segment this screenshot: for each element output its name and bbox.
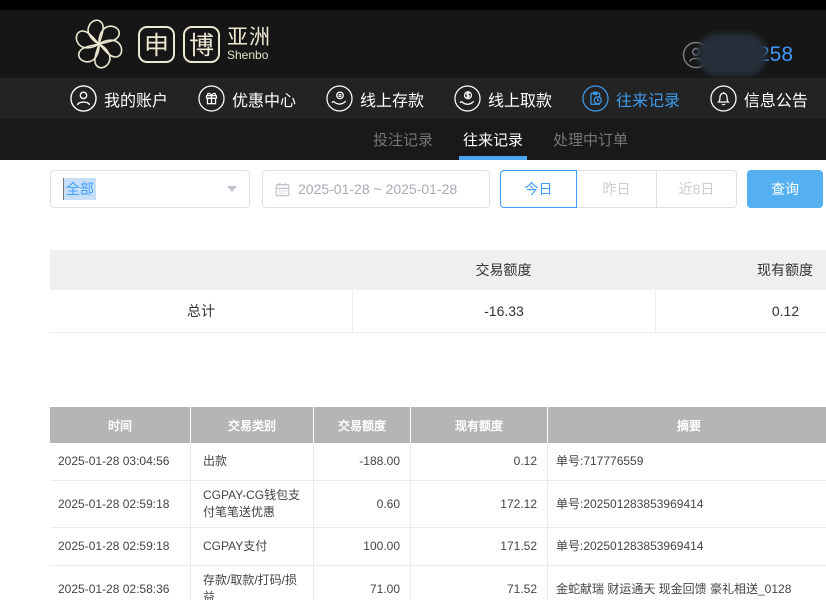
quick-date-group: 今日 昨日 近8日 bbox=[500, 170, 737, 208]
records-header-category: 交易类别 bbox=[190, 407, 313, 443]
cell-amount: 0.60 bbox=[313, 481, 410, 527]
cell-category: 存款/取款/打码/损益 bbox=[190, 566, 313, 600]
button-label: 今日 bbox=[525, 179, 553, 199]
tab-label: 处理中订单 bbox=[553, 129, 628, 150]
records-subnav: 投注记录 往来记录 处理中订单 bbox=[0, 119, 826, 160]
table-row: 2025-01-28 03:04:56 出款 -188.00 0.12 单号:7… bbox=[50, 443, 826, 481]
site-header: 申 博 亚洲 Shenbo 258 bbox=[0, 10, 826, 78]
summary-header-balance: 现有额度 bbox=[655, 250, 826, 290]
nav-label: 线上存款 bbox=[360, 87, 424, 111]
type-select[interactable]: 全部 bbox=[50, 170, 250, 208]
flower-logo-icon bbox=[68, 13, 130, 75]
hand-coin-icon bbox=[326, 85, 353, 112]
records-header-time: 时间 bbox=[50, 407, 190, 443]
cell-category: 出款 bbox=[190, 443, 313, 480]
brand-region-zh: 亚洲 bbox=[227, 27, 271, 49]
summary-table: 交易额度 现有额度 总计 -16.33 0.12 bbox=[50, 250, 826, 333]
nav-label: 优惠中心 bbox=[232, 87, 296, 111]
clipboard-clock-icon bbox=[582, 85, 609, 112]
hand-dollar-icon bbox=[454, 85, 481, 112]
summary-total-row: 总计 -16.33 0.12 bbox=[50, 290, 826, 333]
brand-region-latin: Shenbo bbox=[227, 49, 271, 62]
tab-betting-records[interactable]: 投注记录 bbox=[373, 119, 433, 160]
cell-time: 2025-01-28 02:58:36 bbox=[50, 566, 190, 600]
button-label: 昨日 bbox=[603, 179, 631, 199]
cell-time: 2025-01-28 03:04:56 bbox=[50, 443, 190, 480]
nav-label: 往来记录 bbox=[616, 87, 680, 111]
nav-item-online-deposit[interactable]: 线上存款 bbox=[326, 85, 424, 112]
summary-header-empty bbox=[50, 250, 352, 290]
filter-bar: 全部 2025-01-28 ~ 2025-01-28 今日 昨日 近8日 查询 bbox=[0, 160, 826, 208]
brand-logo[interactable]: 申 博 亚洲 Shenbo bbox=[68, 13, 271, 75]
username-redaction-blur bbox=[697, 33, 767, 76]
summary-total-balance: 0.12 bbox=[655, 290, 826, 332]
cell-balance: 71.52 bbox=[410, 566, 547, 600]
tab-label: 投注记录 bbox=[373, 129, 433, 150]
table-row: 2025-01-28 02:58:36 存款/取款/打码/损益 71.00 71… bbox=[50, 566, 826, 600]
cell-balance: 0.12 bbox=[410, 443, 547, 480]
summary-total-label: 总计 bbox=[50, 290, 352, 332]
records-header-amount: 交易额度 bbox=[313, 407, 410, 443]
nav-item-promotions[interactable]: 优惠中心 bbox=[198, 85, 296, 112]
calendar-icon bbox=[275, 182, 290, 197]
records-header-row: 时间 交易类别 交易额度 现有额度 摘要 bbox=[50, 407, 826, 443]
nav-item-online-withdraw[interactable]: 线上取款 bbox=[454, 85, 552, 112]
quick-date-last8days[interactable]: 近8日 bbox=[657, 170, 737, 208]
date-range-value: 2025-01-28 ~ 2025-01-28 bbox=[298, 181, 457, 197]
brand-region: 亚洲 Shenbo bbox=[227, 27, 271, 62]
summary-header-row: 交易额度 现有额度 bbox=[50, 250, 826, 290]
nav-label: 信息公告 bbox=[744, 87, 808, 111]
records-header-summary: 摘要 bbox=[547, 407, 826, 443]
nav-item-my-account[interactable]: 我的账户 bbox=[70, 85, 168, 112]
cell-balance: 171.52 bbox=[410, 528, 547, 565]
nav-label: 线上取款 bbox=[488, 87, 552, 111]
brand-char-1: 申 bbox=[138, 26, 175, 63]
cell-summary: 金蛇献瑞 财运通天 现金回馈 豪礼相送_0128 bbox=[547, 566, 826, 600]
window-top-strip bbox=[0, 0, 826, 10]
nav-item-announcements[interactable]: 信息公告 bbox=[710, 85, 808, 112]
quick-date-yesterday[interactable]: 昨日 bbox=[577, 170, 657, 208]
cell-time: 2025-01-28 02:59:18 bbox=[50, 528, 190, 565]
bell-icon bbox=[710, 85, 737, 112]
cell-summary: 单号:202501283853969414 bbox=[547, 481, 826, 527]
summary-total-amount: -16.33 bbox=[352, 290, 655, 332]
cell-category: CGPAY支付 bbox=[190, 528, 313, 565]
button-label: 近8日 bbox=[679, 179, 715, 199]
cell-amount: 71.00 bbox=[313, 566, 410, 600]
cell-amount: 100.00 bbox=[313, 528, 410, 565]
tab-label: 往来记录 bbox=[463, 129, 523, 150]
chevron-down-icon bbox=[227, 186, 237, 192]
nav-item-transaction-records[interactable]: 往来记录 bbox=[582, 85, 680, 112]
brand-char-2: 博 bbox=[183, 26, 220, 63]
cell-balance: 172.12 bbox=[410, 481, 547, 527]
person-icon bbox=[70, 85, 97, 112]
table-row: 2025-01-28 02:59:18 CGPAY支付 100.00 171.5… bbox=[50, 528, 826, 566]
table-row: 2025-01-28 02:59:18 CGPAY-CG钱包支付笔笔送优惠 0.… bbox=[50, 481, 826, 528]
cell-category: CGPAY-CG钱包支付笔笔送优惠 bbox=[190, 481, 313, 527]
cell-summary: 单号:717776559 bbox=[547, 443, 826, 480]
cell-time: 2025-01-28 02:59:18 bbox=[50, 481, 190, 527]
main-nav: 我的账户 优惠中心 线上存款 bbox=[0, 78, 826, 119]
cell-summary: 单号:202501283853969414 bbox=[547, 528, 826, 565]
summary-header-amount: 交易额度 bbox=[352, 250, 655, 290]
cell-amount: -188.00 bbox=[313, 443, 410, 480]
nav-label: 我的账户 bbox=[104, 87, 168, 111]
gift-icon bbox=[198, 85, 225, 112]
date-range-input[interactable]: 2025-01-28 ~ 2025-01-28 bbox=[262, 170, 490, 208]
tab-transaction-records[interactable]: 往来记录 bbox=[463, 119, 523, 160]
type-select-value: 全部 bbox=[63, 178, 96, 200]
quick-date-today[interactable]: 今日 bbox=[500, 170, 577, 208]
records-table: 时间 交易类别 交易额度 现有额度 摘要 2025-01-28 03:04:56… bbox=[50, 407, 826, 600]
tab-pending-orders[interactable]: 处理中订单 bbox=[553, 119, 628, 160]
records-header-balance: 现有额度 bbox=[410, 407, 547, 443]
query-button[interactable]: 查询 bbox=[747, 170, 823, 208]
